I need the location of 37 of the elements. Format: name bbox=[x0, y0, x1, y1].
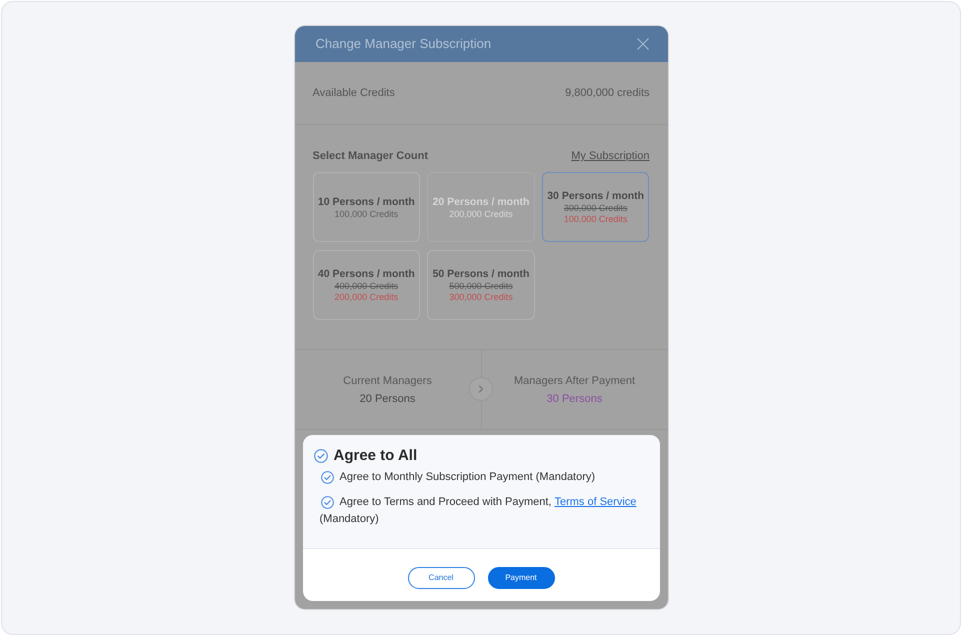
checked-circle-icon[interactable] bbox=[320, 496, 334, 508]
agreement-text: Agree to Terms and Proceed with Payment, bbox=[340, 495, 552, 509]
agree-all-label: Agree to All bbox=[334, 447, 418, 465]
close-icon bbox=[636, 38, 648, 50]
dialog-title: Change Manager Subscription bbox=[316, 35, 492, 54]
summary-label: Current Managers bbox=[343, 374, 432, 388]
plan-price: 100,000 Credits bbox=[334, 208, 398, 220]
terms-link[interactable]: Terms of Service bbox=[554, 495, 636, 509]
summary-label: Managers After Payment bbox=[514, 374, 636, 388]
plan-title: 40 Persons / month bbox=[318, 267, 415, 281]
section-heading: Select Manager Count bbox=[312, 149, 428, 164]
summary-value: 30 Persons bbox=[546, 392, 602, 406]
discounted-price: 100,000 Credits bbox=[564, 214, 628, 225]
plan-title: 10 Persons / month bbox=[318, 194, 415, 208]
plan-price: 200,000 Credits bbox=[449, 208, 513, 220]
plan-title: 30 Persons / month bbox=[547, 189, 644, 203]
original-price: 400,000 Credits bbox=[334, 281, 398, 292]
cancel-button[interactable]: Cancel bbox=[408, 567, 474, 589]
original-price: 500,000 Credits bbox=[449, 281, 513, 292]
discounted-price: 200,000 Credits bbox=[334, 292, 398, 303]
discounted-price: 300,000 Credits bbox=[449, 292, 513, 303]
credits-label: Available Credits bbox=[312, 86, 395, 101]
plan-card[interactable]: 40 Persons / month 400,000 Credits 200,000 Credits bbox=[312, 250, 420, 320]
summary-value: 20 Persons bbox=[360, 392, 416, 406]
agreement-text: (Mandatory) bbox=[320, 512, 379, 526]
original-price: 300,000 Credits bbox=[564, 203, 628, 214]
payment-button[interactable]: Payment bbox=[488, 567, 554, 589]
plan-card[interactable]: 50 Persons / month 500,000 Credits 300,000 Credits bbox=[427, 250, 535, 320]
checked-circle-icon[interactable] bbox=[314, 449, 328, 463]
plan-title: 50 Persons / month bbox=[432, 267, 530, 281]
close-button[interactable] bbox=[636, 37, 650, 51]
checked-circle-icon[interactable] bbox=[320, 470, 334, 484]
agreement-text: Agree to Monthly Subscription Payment (Mandatory) bbox=[340, 470, 596, 484]
subscription-link[interactable]: My Subscription bbox=[571, 148, 650, 165]
credits-value: 9,800,000 credits bbox=[565, 86, 650, 101]
plan-card[interactable]: 30 Persons / month 300,000 Credits 100,000 Credits bbox=[542, 172, 650, 242]
plan-card[interactable]: 10 Persons / month 100,000 Credits bbox=[312, 172, 420, 242]
